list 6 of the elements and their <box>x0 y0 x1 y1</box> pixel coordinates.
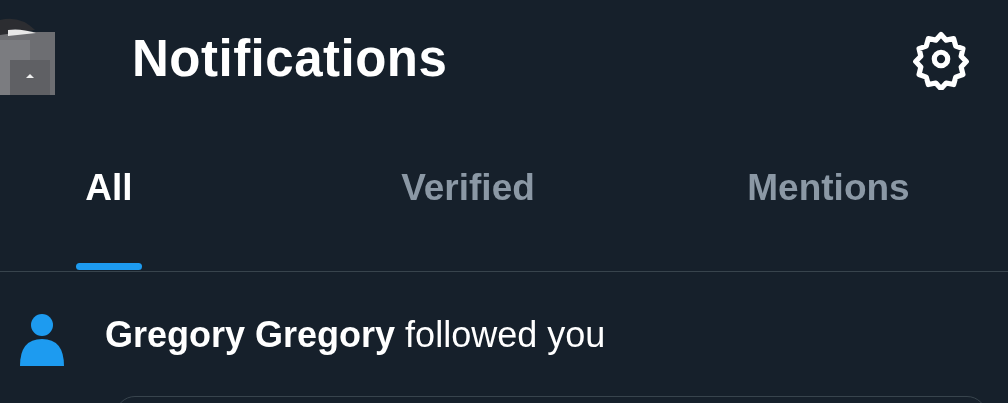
notification-text: Gregory Gregory followed you <box>105 314 606 356</box>
tab[interactable]: Verified <box>392 125 544 271</box>
tab[interactable]: Mentions <box>736 125 921 271</box>
person-icon <box>17 312 67 366</box>
page-title: Notifications <box>132 29 449 89</box>
tab[interactable]: All <box>76 125 142 271</box>
